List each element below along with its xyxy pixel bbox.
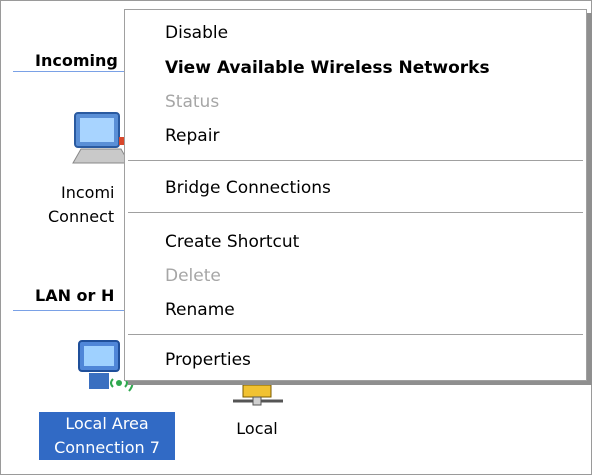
incoming-connections-icon[interactable] [71, 109, 131, 173]
menu-item-bridge-connections[interactable]: Bridge Connections [165, 178, 331, 198]
label-line: Connection 7 [54, 438, 160, 457]
menu-item-status: Status [165, 92, 220, 112]
local-area-connection-7-label[interactable]: Local Area Connection 7 [39, 412, 175, 460]
label-line: Local Area [65, 414, 149, 433]
lan-connection-icon[interactable] [233, 381, 283, 413]
context-menu: Disable View Available Wireless Networks… [124, 9, 587, 381]
label-line: Incomi [61, 183, 115, 202]
label-line: Connect [48, 207, 115, 226]
menu-item-view-wireless-networks[interactable]: View Available Wireless Networks [165, 58, 490, 78]
menu-item-properties[interactable]: Properties [165, 350, 251, 370]
group-header-lan: LAN or H [35, 286, 115, 305]
menu-item-delete: Delete [165, 266, 221, 286]
menu-item-disable[interactable]: Disable [165, 23, 228, 43]
menu-item-rename[interactable]: Rename [165, 300, 235, 320]
local-connection-label[interactable]: Local [229, 417, 285, 441]
menu-item-repair[interactable]: Repair [165, 126, 219, 146]
menu-item-create-shortcut[interactable]: Create Shortcut [165, 232, 299, 252]
group-header-incoming: Incoming [35, 51, 118, 70]
menu-separator [128, 334, 583, 335]
incoming-connections-label[interactable]: Incomi Connect [48, 181, 131, 229]
menu-separator [128, 212, 583, 213]
menu-separator [128, 160, 583, 161]
